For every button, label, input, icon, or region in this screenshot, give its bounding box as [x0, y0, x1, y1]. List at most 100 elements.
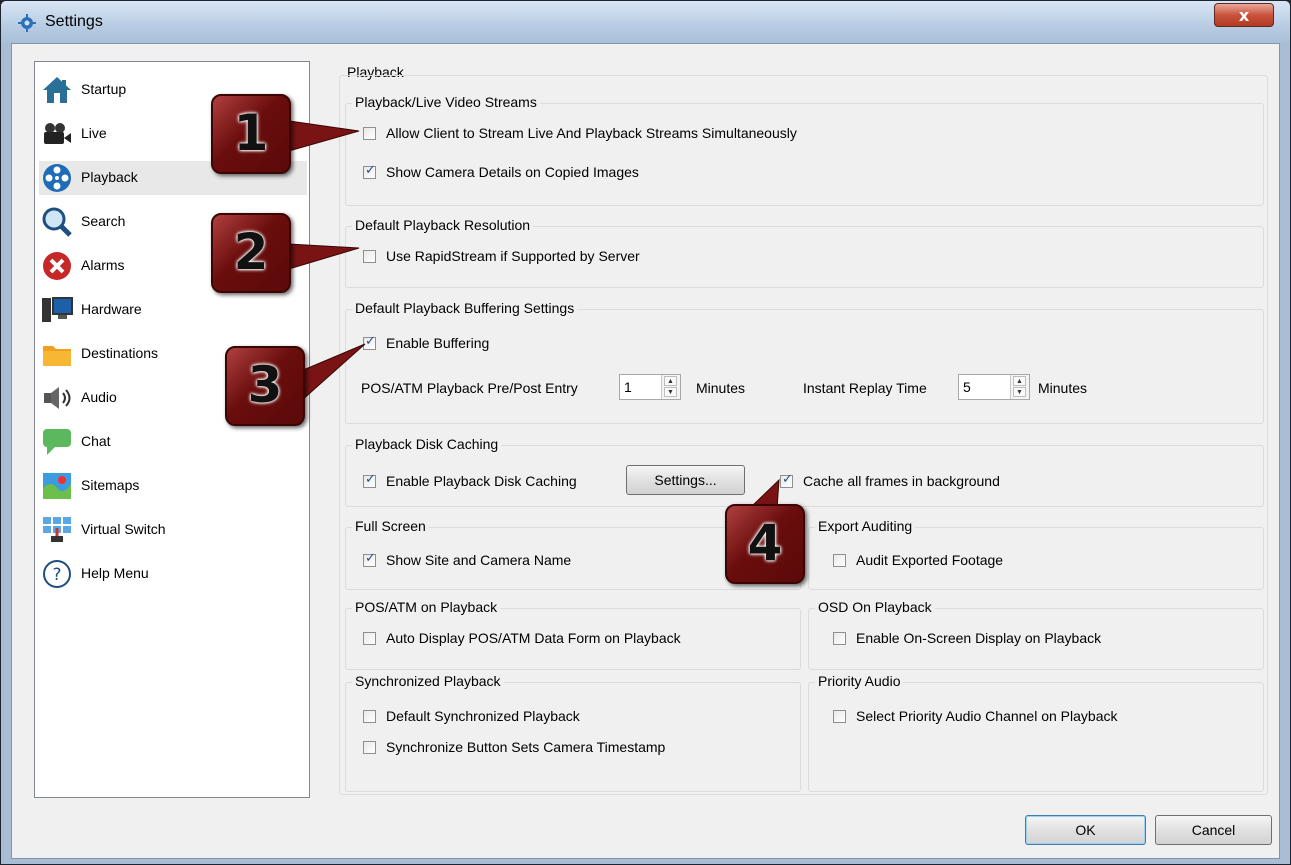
sidebar-item-label: Audio	[81, 389, 117, 405]
checkbox-box[interactable]	[363, 163, 376, 179]
spinbox-buttons: ▲ ▼	[1010, 375, 1029, 399]
osd-group: OSD On Playback Enable On-Screen Display…	[808, 599, 1264, 670]
checkbox-label: Synchronize Button Sets Camera Timestamp	[386, 739, 666, 755]
sidebar-item-label: Hardware	[81, 301, 142, 317]
checkbox-box[interactable]	[363, 250, 376, 263]
sync-playback-group: Synchronized Playback Default Synchroniz…	[345, 673, 801, 792]
checkbox-box[interactable]	[833, 632, 846, 645]
checkbox-box[interactable]	[833, 710, 846, 723]
spin-down-icon[interactable]: ▼	[1013, 387, 1026, 397]
window-title: Settings	[45, 13, 103, 30]
checkbox-label: Cache all frames in background	[803, 473, 1000, 489]
checkbox-box[interactable]	[363, 127, 376, 140]
checkbox-box[interactable]	[363, 710, 376, 723]
computer-icon	[42, 297, 73, 322]
sidebar-item-label: Alarms	[81, 257, 125, 273]
red-x-icon	[43, 252, 71, 280]
video-camera-icon	[44, 123, 71, 144]
checkbox-label: Auto Display POS/ATM Data Form on Playba…	[386, 630, 681, 646]
pos-atm-group: POS/ATM on Playback Auto Display POS/ATM…	[345, 599, 801, 670]
group-title: OSD On Playback	[815, 599, 935, 615]
title-bar: Settings x	[1, 1, 1290, 43]
checkbox-label: Select Priority Audio Channel on Playbac…	[856, 708, 1118, 724]
house-icon	[43, 77, 71, 103]
sidebar-item-label: Sitemaps	[81, 477, 140, 493]
playback-settings-panel: Playback Playback/Live Video Streams All…	[335, 61, 1272, 798]
checkbox-box[interactable]	[363, 741, 376, 754]
sidebar-item-label: Chat	[81, 433, 111, 449]
checkbox-label: Default Synchronized Playback	[386, 708, 580, 724]
map-icon	[43, 473, 71, 499]
pos-entry-spinbox[interactable]: 1 ▲ ▼	[619, 374, 681, 400]
disk-caching-group: Playback Disk Caching Enable Playback Di…	[345, 436, 1264, 507]
group-title: POS/ATM on Playback	[352, 599, 501, 615]
spinbox-value: 1	[624, 379, 632, 395]
pos-unit-label: Minutes	[696, 380, 746, 396]
checkbox-label: Show Site and Camera Name	[386, 552, 572, 568]
help-icon: ?	[43, 560, 71, 588]
group-title: Synchronized Playback	[352, 673, 504, 689]
priority-audio-group: Priority Audio Select Priority Audio Cha…	[808, 673, 1264, 792]
checkbox-box[interactable]	[363, 551, 376, 567]
checkbox-box[interactable]	[363, 632, 376, 645]
film-reel-icon	[43, 164, 71, 192]
callout-number: 4	[747, 514, 783, 572]
spinbox-buttons: ▲ ▼	[661, 375, 680, 399]
folder-icon	[43, 346, 71, 366]
checkbox-label: Allow Client to Stream Live And Playback…	[386, 125, 797, 141]
checkbox-label: Enable Buffering	[386, 335, 490, 351]
sidebar-item-virtual-switch[interactable]: Virtual Switch	[39, 513, 307, 547]
sidebar-item-label: Search	[81, 213, 126, 229]
group-title: Priority Audio	[815, 673, 904, 689]
checkbox-label: Audit Exported Footage	[856, 552, 1004, 568]
replay-unit-label: Minutes	[1038, 380, 1088, 396]
group-title: Export Auditing	[815, 518, 916, 534]
disk-caching-settings-button[interactable]: Settings...	[626, 465, 745, 495]
streams-group: Playback/Live Video Streams Allow Client…	[345, 94, 1264, 206]
group-title: Playback Disk Caching	[352, 436, 502, 452]
replay-time-spinbox[interactable]: 5 ▲ ▼	[958, 374, 1030, 400]
export-auditing-group: Export Auditing Audit Exported Footage	[808, 518, 1264, 590]
magnifier-icon	[42, 207, 72, 237]
group-title: Default Playback Resolution	[352, 217, 534, 233]
chat-bubble-icon	[43, 429, 71, 455]
pos-entry-label: POS/ATM Playback Pre/Post Entry	[361, 380, 578, 396]
spinbox-value: 5	[963, 379, 971, 395]
sidebar-item-label: Startup	[81, 81, 127, 97]
checkbox-box[interactable]	[833, 554, 846, 567]
dialog-body: Startup Live Playback Search Alarms Hard…	[11, 43, 1280, 859]
checkbox-box[interactable]	[780, 472, 793, 488]
group-title: Default Playback Buffering Settings	[352, 300, 578, 316]
callout-number: 3	[247, 356, 283, 414]
callout-number: 1	[233, 104, 269, 162]
close-icon: x	[1238, 6, 1250, 25]
buffering-group: Default Playback Buffering Settings Enab…	[345, 300, 1264, 424]
checkbox-box[interactable]	[363, 334, 376, 350]
sidebar-item-hardware[interactable]: Hardware	[39, 293, 307, 327]
group-title: Playback/Live Video Streams	[352, 94, 540, 110]
resolution-group: Default Playback Resolution Use RapidStr…	[345, 217, 1264, 288]
sidebar-item-help-menu[interactable]: ? Help Menu	[39, 557, 307, 591]
close-button[interactable]: x	[1214, 3, 1274, 27]
checkbox-label: Use RapidStream if Supported by Server	[386, 248, 640, 264]
sidebar-item-label: Live	[81, 125, 107, 141]
speaker-icon	[44, 387, 71, 409]
callout-number: 2	[233, 223, 269, 281]
sidebar-item-chat[interactable]: Chat	[39, 425, 307, 459]
sidebar-item-sitemaps[interactable]: Sitemaps	[39, 469, 307, 503]
replay-time-label: Instant Replay Time	[803, 380, 927, 396]
checkbox-box[interactable]	[363, 472, 376, 488]
group-title: Full Screen	[352, 518, 429, 534]
spin-down-icon[interactable]: ▼	[664, 387, 677, 397]
sidebar-item-label: Destinations	[81, 345, 159, 361]
checkbox-label: Show Camera Details on Copied Images	[386, 164, 639, 180]
ok-button[interactable]: OK	[1025, 815, 1146, 845]
sidebar-item-label: Help Menu	[81, 565, 149, 581]
cancel-button[interactable]: Cancel	[1155, 815, 1272, 845]
settings-window: Settings x Startup Live Playback Search	[0, 0, 1291, 865]
svg-text:?: ?	[52, 565, 61, 585]
gear-icon	[18, 14, 36, 32]
spin-up-icon[interactable]: ▲	[1013, 376, 1026, 386]
spin-up-icon[interactable]: ▲	[664, 376, 677, 386]
checkbox-label: Enable Playback Disk Caching	[386, 473, 577, 489]
